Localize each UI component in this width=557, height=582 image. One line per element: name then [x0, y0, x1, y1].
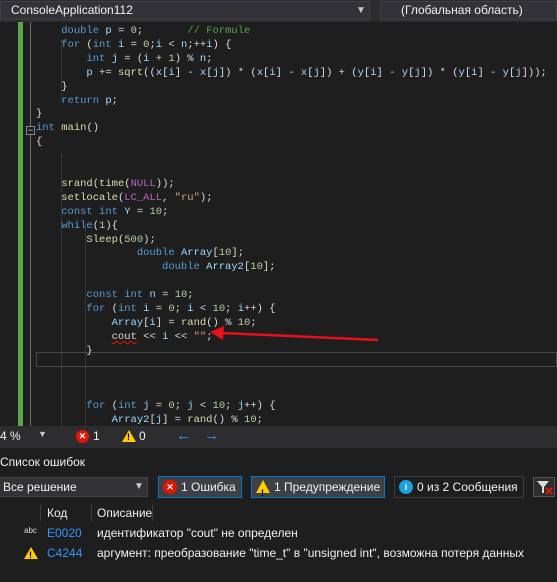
column-separator[interactable]: [40, 505, 41, 521]
warnings-filter-button[interactable]: ! 1 Предупреждение: [251, 476, 385, 498]
errors-filter-label: 1 Ошибка: [181, 480, 236, 494]
column-header-code[interactable]: Код: [47, 506, 67, 520]
project-dropdown[interactable]: ConsoleApplication112 ▼: [0, 1, 370, 20]
errors-filter-button[interactable]: ✕ 1 Ошибка: [158, 476, 242, 498]
solution-scope-dropdown[interactable]: Все решение ▼: [0, 477, 148, 497]
project-name: ConsoleApplication112: [11, 3, 133, 17]
column-header-description[interactable]: Описание: [97, 506, 152, 520]
error-code[interactable]: E0020: [47, 523, 82, 543]
error-description: аргумент: преобразование "time_t" в "uns…: [97, 546, 524, 560]
zoom-level[interactable]: 4 %: [0, 429, 21, 443]
scope-dropdown[interactable]: (Глобальная область): [380, 1, 557, 20]
warning-mark: !: [261, 488, 264, 498]
error-code[interactable]: C4244: [47, 543, 82, 563]
table-row[interactable]: abc E0020 идентификатор "cout" не опреде…: [0, 523, 557, 543]
navigation-bar: ConsoleApplication112 ▼ (Глобальная обла…: [0, 0, 557, 22]
error-description: идентификатор "cout" не определен: [97, 526, 298, 540]
chevron-down-icon: ▼: [356, 5, 366, 16]
editor-status-strip: 4 % ▼ ✕ 1 ! 0 ← →: [0, 426, 557, 448]
warnings-filter-label: 1 Предупреждение: [274, 480, 381, 494]
column-separator[interactable]: [152, 505, 153, 521]
error-count[interactable]: 1: [93, 429, 100, 443]
warning-mark: !: [29, 550, 32, 560]
code-editor[interactable]: − double p = 0; // Formule for (int i = …: [0, 22, 557, 426]
messages-filter-label: 0 из 2 Сообщения: [417, 480, 518, 494]
filter-icon[interactable]: [533, 477, 555, 497]
warning-mark: !: [127, 432, 130, 442]
arrow-left-icon[interactable]: ←: [176, 427, 191, 444]
error-list-toolbar: Все решение ▼ ✕ 1 Ошибка ! 1 Предупрежде…: [0, 474, 557, 502]
error-icon[interactable]: ✕: [76, 430, 89, 443]
scope-name: (Глобальная область): [401, 3, 523, 17]
info-icon: i: [399, 480, 413, 494]
warning-count[interactable]: 0: [139, 429, 146, 443]
column-separator[interactable]: [91, 505, 92, 521]
arrow-right-icon[interactable]: →: [204, 427, 219, 444]
error-table-header: Код Описание: [0, 503, 557, 523]
error-icon: ✕: [163, 480, 177, 494]
solution-scope-value: Все решение: [3, 480, 77, 494]
messages-filter-button[interactable]: i 0 из 2 Сообщения: [394, 476, 524, 498]
chevron-down-icon: ▼: [134, 481, 144, 492]
spelling-error-icon: abc: [24, 526, 37, 535]
table-row[interactable]: ! C4244 аргумент: преобразование "time_t…: [0, 543, 557, 563]
error-list-title: Список ошибок: [0, 455, 86, 469]
annotation-arrow: [210, 326, 379, 342]
chevron-down-icon[interactable]: ▼: [38, 429, 47, 439]
